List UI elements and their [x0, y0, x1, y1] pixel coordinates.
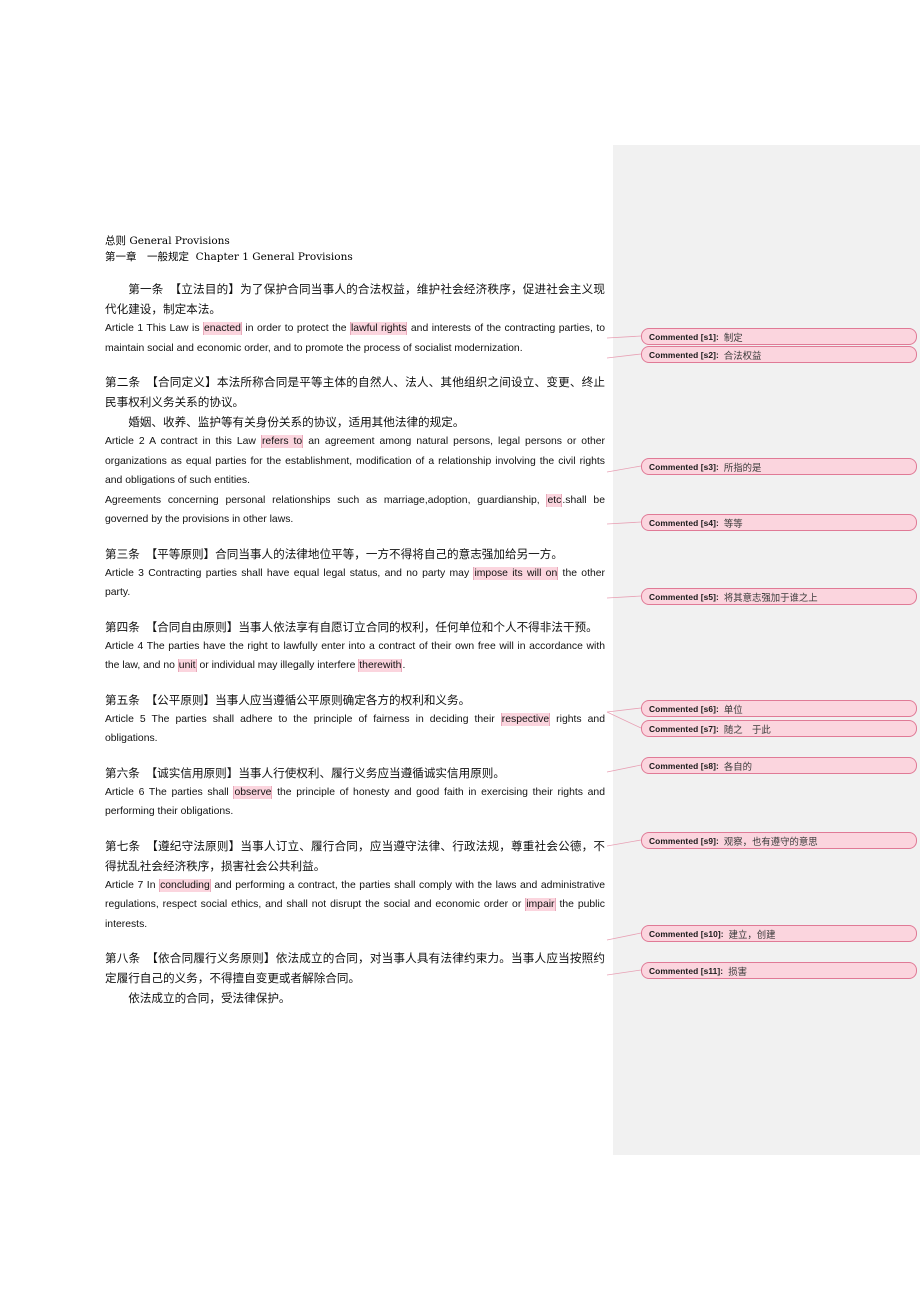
- article-1-en-highlight-3[interactable]: lawful rights: [349, 322, 408, 335]
- comment-label-s6: Commented [s6]:: [649, 703, 719, 714]
- article-2-chinese-1: 第二条 【合同定义】本法所称合同是平等主体的自然人、法人、其他组织之间设立、变更…: [105, 375, 605, 409]
- article-4-en-highlight-3[interactable]: therewith: [358, 659, 403, 672]
- article-5-chinese-1: 第五条 【公平原则】当事人应当遵循公平原则确定各方的权利和义务。: [105, 692, 471, 707]
- comment-label-s2: Commented [s2]:: [649, 349, 719, 360]
- comment-label-s11: Commented [s11]:: [649, 965, 724, 976]
- comment-text-s9: 观察，也有遵守的意思: [723, 836, 818, 848]
- comment-box-s10[interactable]: Commented [s10]: 建立，创建: [641, 925, 917, 942]
- doc-header-line-1: 总则 General Provisions: [105, 235, 230, 247]
- comment-text-s11: 损害: [728, 966, 747, 978]
- article-2-chinese-2: 婚姻、收养、监护等有关身份关系的协议，适用其他法律的规定。: [128, 415, 465, 429]
- article-5-en-run-0: Article 5 The parties shall adhere to th…: [105, 713, 501, 725]
- comment-text-s8: 各自的: [723, 761, 753, 773]
- article-7-en-highlight-3[interactable]: impair: [525, 898, 556, 911]
- article-3-en-run-0: Article 3 Contracting parties shall have…: [105, 567, 474, 579]
- article-4-en-highlight-1[interactable]: unit: [177, 659, 197, 672]
- article-8-chinese-2: 依法成立的合同，受法律保护。: [128, 991, 291, 1005]
- article-4-english: Article 4 The parties have the right to …: [105, 637, 605, 676]
- document-body: 总则 General Provisions 第一章 一般规定 Chapter 1…: [105, 234, 605, 1008]
- doc-header-line-2: 第一章 一般规定 Chapter 1 General Provisions: [105, 250, 353, 263]
- article-3-english: Article 3 Contracting parties shall have…: [105, 564, 605, 603]
- document-page: 总则 General Provisions 第一章 一般规定 Chapter 1…: [0, 0, 920, 1302]
- comment-label-s7: Commented [s7]:: [649, 723, 719, 734]
- comment-box-s4[interactable]: Commented [s4]: 等等: [641, 514, 917, 531]
- comment-box-s7[interactable]: Commented [s7]: 随之 于此: [641, 720, 917, 737]
- article-1-chinese-1: 第一条 【立法目的】为了保护合同当事人的合法权益，维护社会经济秩序，促进社会主义…: [105, 282, 605, 316]
- comment-box-s8[interactable]: Commented [s8]: 各自的: [641, 757, 917, 774]
- comment-box-s1[interactable]: Commented [s1]: 制定: [641, 328, 917, 345]
- comment-label-s1: Commented [s1]:: [649, 331, 719, 342]
- article-6-english: Article 6 The parties shall observe the …: [105, 783, 605, 822]
- article-3-en-highlight-1[interactable]: impose its will on: [473, 566, 559, 580]
- article-1: 第一条 【立法目的】为了保护合同当事人的合法权益，维护社会经济秩序，促进社会主义…: [105, 279, 605, 358]
- article-4-en-run-2: or individual may illegally interfere: [196, 660, 359, 671]
- article-4-en-run-4: .: [402, 660, 406, 671]
- comment-text-s4: 等等: [723, 518, 743, 530]
- article-5-english: Article 5 The parties shall adhere to th…: [105, 710, 605, 749]
- article-6: 第六条 【诚实信用原则】当事人行使权利、履行义务应当遵循诚实信用原则。 Artic…: [105, 763, 605, 822]
- comment-label-s4: Commented [s4]:: [649, 517, 719, 528]
- article-7: 第七条 【遵纪守法原则】当事人订立、履行合同，应当遵守法律、行政法规，尊重社会公…: [105, 836, 605, 935]
- article-4-chinese-1: 第四条 【合同自由原则】当事人依法享有自愿订立合同的权利，任何单位和个人不得非法…: [105, 619, 598, 634]
- article-7-en-highlight-1[interactable]: concluding: [159, 878, 211, 892]
- article-4: 第四条 【合同自由原则】当事人依法享有自愿订立合同的权利，任何单位和个人不得非法…: [105, 617, 605, 676]
- article-1-en-highlight-1[interactable]: enacted: [202, 322, 242, 335]
- comment-label-s5: Commented [s5]:: [649, 591, 719, 602]
- comment-text-s7: 随之 于此: [723, 724, 771, 736]
- article-5-en-highlight-1[interactable]: respective: [500, 712, 551, 726]
- article-8-chinese-1: 第八条 【依合同履行义务原则】依法成立的合同，对当事人具有法律约束力。当事人应当…: [105, 951, 605, 985]
- comment-text-s3: 所指的是: [723, 462, 762, 474]
- article-2: 第二条 【合同定义】本法所称合同是平等主体的自然人、法人、其他组织之间设立、变更…: [105, 372, 605, 530]
- article-1-english: Article 1 This Law is enacted in order t…: [105, 319, 605, 358]
- comment-box-s11[interactable]: Commented [s11]: 损害: [641, 962, 917, 979]
- comment-box-s3[interactable]: Commented [s3]: 所指的是: [641, 458, 917, 475]
- comment-label-s10: Commented [s10]:: [649, 928, 724, 939]
- comment-text-s6: 单位: [723, 704, 743, 716]
- article-2-english-2: Agreements concerning personal relations…: [105, 491, 605, 530]
- article-2-en-run-0: Article 2 A contract in this Law: [105, 436, 261, 447]
- comment-label-s8: Commented [s8]:: [649, 760, 719, 771]
- article-3: 第三条 【平等原则】合同当事人的法律地位平等，一方不得将自己的意志强加给另一方。…: [105, 544, 605, 603]
- comment-box-s6[interactable]: Commented [s6]: 单位: [641, 700, 917, 717]
- article-7-en-run-0: Article 7 In: [105, 879, 160, 891]
- article-2-en-highlight-1[interactable]: refers to: [260, 435, 304, 448]
- comment-label-s9: Commented [s9]:: [649, 835, 719, 846]
- article-8: 第八条 【依合同履行义务原则】依法成立的合同，对当事人具有法律约束力。当事人应当…: [105, 948, 605, 1008]
- article-7-english: Article 7 In concluding and performing a…: [105, 876, 605, 935]
- article-6-en-highlight-1[interactable]: observe: [233, 785, 273, 799]
- article-3-chinese-1: 第三条 【平等原则】合同当事人的法律地位平等，一方不得将自己的意志强加给另一方。: [105, 546, 563, 561]
- comment-text-s5: 将其意志强加于谁之上: [723, 592, 818, 604]
- comment-box-s2[interactable]: Commented [s2]: 合法权益: [641, 346, 917, 363]
- article-1-en-run-2: in order to protect the: [241, 323, 350, 334]
- article-2-en2-run-0: Agreements concerning personal relations…: [105, 494, 547, 506]
- comment-text-s10: 建立，创建: [728, 929, 776, 941]
- comment-label-s3: Commented [s3]:: [649, 461, 719, 472]
- comment-text-s1: 制定: [723, 332, 743, 344]
- article-5: 第五条 【公平原则】当事人应当遵循公平原则确定各方的权利和义务。 Article …: [105, 690, 605, 749]
- article-2-english: Article 2 A contract in this Law refers …: [105, 432, 605, 491]
- comment-box-s9[interactable]: Commented [s9]: 观察，也有遵守的意思: [641, 832, 917, 849]
- article-1-en-run-0: Article 1 This Law is: [105, 323, 203, 334]
- comment-gutter-panel: [613, 145, 920, 1155]
- article-2-en2-highlight-1[interactable]: etc: [546, 493, 563, 507]
- article-6-chinese-1: 第六条 【诚实信用原则】当事人行使权利、履行义务应当遵循诚实信用原则。: [105, 765, 505, 780]
- article-list: 第一条 【立法目的】为了保护合同当事人的合法权益，维护社会经济秩序，促进社会主义…: [105, 279, 605, 1008]
- comment-text-s2: 合法权益: [723, 350, 762, 362]
- comment-box-s5[interactable]: Commented [s5]: 将其意志强加于谁之上: [641, 588, 917, 605]
- article-7-chinese-1: 第七条 【遵纪守法原则】当事人订立、履行合同，应当遵守法律、行政法规，尊重社会公…: [105, 838, 605, 873]
- article-6-en-run-0: Article 6 The parties shall: [105, 786, 234, 798]
